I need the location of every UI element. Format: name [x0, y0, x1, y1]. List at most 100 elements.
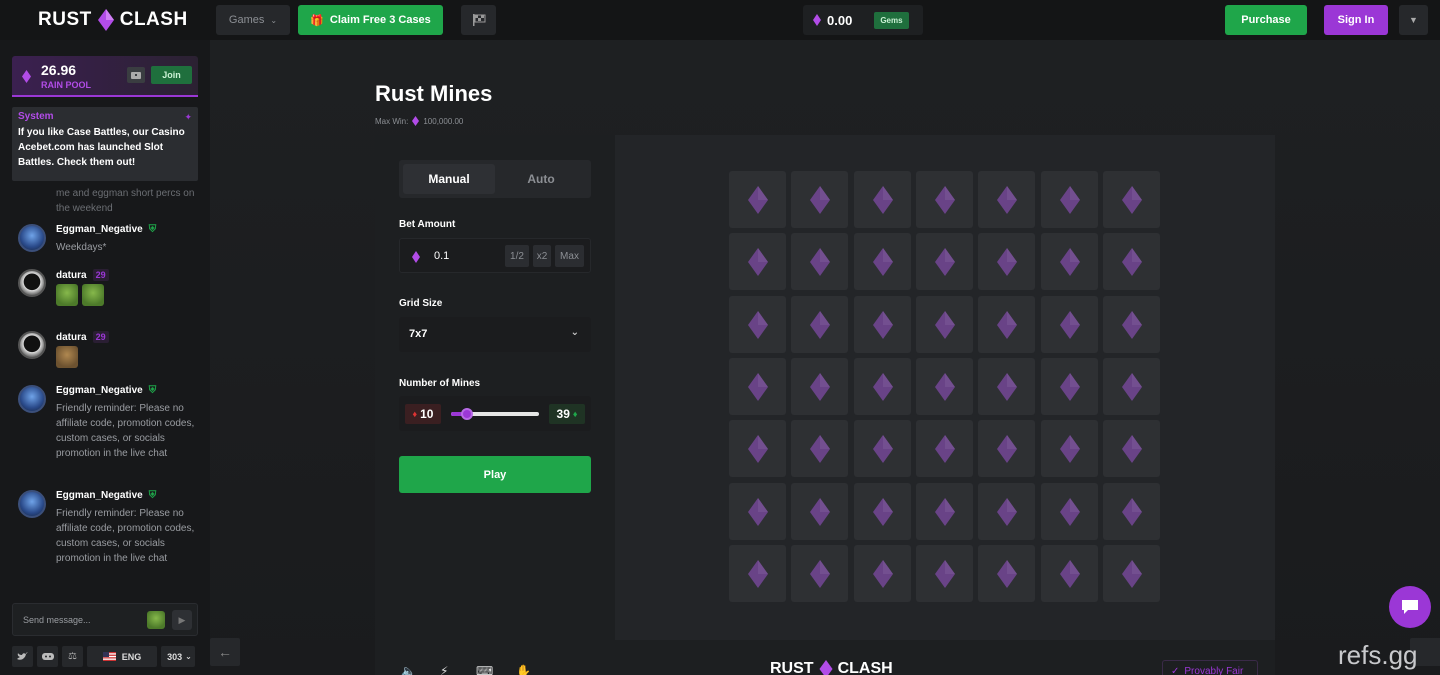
- sign-in-button[interactable]: Sign In: [1324, 5, 1388, 35]
- support-chat-button[interactable]: [1389, 586, 1431, 628]
- chat-username[interactable]: Eggman_Negative ⛨: [56, 385, 156, 396]
- mine-tile[interactable]: [1103, 545, 1160, 602]
- mine-tile[interactable]: [854, 545, 911, 602]
- language-selector[interactable]: ENG: [87, 646, 157, 667]
- mine-tile[interactable]: [854, 483, 911, 540]
- more-dropdown-button[interactable]: ▼: [1399, 5, 1428, 35]
- mine-tile[interactable]: [791, 171, 848, 228]
- mine-tile[interactable]: [978, 171, 1035, 228]
- mines-slider[interactable]: [451, 408, 539, 420]
- race-flag-button[interactable]: [461, 5, 496, 35]
- mine-tile[interactable]: [729, 420, 786, 477]
- mine-tile[interactable]: [729, 233, 786, 290]
- bet-double-button[interactable]: x2: [533, 245, 551, 267]
- mine-tile[interactable]: [1103, 420, 1160, 477]
- chat-username[interactable]: Eggman_Negative ⛨: [56, 490, 156, 501]
- mine-tile[interactable]: [1103, 358, 1160, 415]
- username-text: Eggman_Negative: [56, 385, 143, 396]
- gem-icon: [996, 497, 1017, 526]
- mine-tile[interactable]: [1041, 233, 1098, 290]
- mine-tile[interactable]: [916, 545, 973, 602]
- mine-tile[interactable]: [1041, 545, 1098, 602]
- mine-tile[interactable]: [854, 171, 911, 228]
- mine-tile[interactable]: [791, 296, 848, 353]
- mine-tile[interactable]: [916, 171, 973, 228]
- mine-tile[interactable]: [729, 483, 786, 540]
- mine-tile[interactable]: [791, 358, 848, 415]
- avatar[interactable]: [18, 224, 46, 252]
- mine-tile[interactable]: [729, 545, 786, 602]
- keyboard-icon[interactable]: ⌨: [476, 664, 493, 675]
- mine-tile[interactable]: [1103, 171, 1160, 228]
- mine-tile[interactable]: [978, 545, 1035, 602]
- mine-tile[interactable]: [1041, 358, 1098, 415]
- avatar[interactable]: [18, 269, 46, 297]
- mine-tile[interactable]: [1103, 296, 1160, 353]
- mine-tile[interactable]: [916, 483, 973, 540]
- slider-thumb[interactable]: [460, 408, 473, 420]
- mine-tile[interactable]: [854, 233, 911, 290]
- mine-tile[interactable]: [791, 483, 848, 540]
- collapse-sidebar-button[interactable]: ←: [210, 638, 240, 666]
- rules-button[interactable]: ⚖: [62, 646, 83, 667]
- play-button[interactable]: Play: [399, 456, 591, 493]
- bet-amount-value[interactable]: 0.1: [434, 250, 449, 262]
- chat-message-input[interactable]: [23, 612, 133, 628]
- avatar[interactable]: [18, 331, 46, 359]
- mine-tile[interactable]: [916, 233, 973, 290]
- mine-tile[interactable]: [916, 358, 973, 415]
- mine-tile[interactable]: [978, 420, 1035, 477]
- mine-tile[interactable]: [1103, 483, 1160, 540]
- bet-half-button[interactable]: 1/2: [505, 245, 529, 267]
- claim-free-cases-button[interactable]: 🎁 Claim Free 3 Cases: [298, 5, 443, 35]
- avatar[interactable]: [18, 490, 46, 518]
- mine-tile[interactable]: [978, 483, 1035, 540]
- send-button[interactable]: ▶: [172, 610, 192, 630]
- grid-size-select[interactable]: 7x7 ⌄: [399, 317, 591, 352]
- online-count[interactable]: 303 ⌄: [161, 646, 195, 667]
- mine-tile[interactable]: [978, 233, 1035, 290]
- bet-amount-field[interactable]: 0.1 1/2 x2 Max: [399, 238, 591, 273]
- mine-tile[interactable]: [854, 420, 911, 477]
- gem-icon: [747, 372, 768, 401]
- mine-tile[interactable]: [791, 545, 848, 602]
- mine-tile[interactable]: [791, 233, 848, 290]
- max-win-label: Max Win:: [375, 116, 409, 126]
- tab-auto[interactable]: Auto: [495, 164, 587, 194]
- avatar[interactable]: [18, 385, 46, 413]
- mine-tile[interactable]: [729, 358, 786, 415]
- tab-manual[interactable]: Manual: [403, 164, 495, 194]
- games-dropdown[interactable]: Games ⌄: [216, 5, 290, 35]
- chat-username[interactable]: datura 29: [56, 269, 109, 281]
- mine-tile[interactable]: [916, 420, 973, 477]
- chat-username[interactable]: Eggman_Negative ⛨: [56, 224, 156, 235]
- mine-tile[interactable]: [916, 296, 973, 353]
- mine-tile[interactable]: [1041, 171, 1098, 228]
- mine-tile[interactable]: [1041, 296, 1098, 353]
- mine-tile[interactable]: [1103, 233, 1160, 290]
- purchase-button[interactable]: Purchase: [1225, 5, 1307, 35]
- bet-max-button[interactable]: Max: [555, 245, 584, 267]
- mine-tile[interactable]: [978, 358, 1035, 415]
- mine-tile[interactable]: [854, 296, 911, 353]
- rain-join-button[interactable]: Join: [151, 66, 192, 84]
- sound-icon[interactable]: 🔈: [401, 664, 416, 675]
- mine-tile[interactable]: [978, 296, 1035, 353]
- hand-icon[interactable]: ✋: [516, 664, 531, 675]
- discord-button[interactable]: [37, 646, 58, 667]
- mine-tile[interactable]: [791, 420, 848, 477]
- lightning-icon[interactable]: ⚡: [440, 664, 448, 675]
- mine-tile[interactable]: [1041, 420, 1098, 477]
- rain-info-icon[interactable]: [127, 67, 145, 83]
- emote-picker-button[interactable]: [147, 611, 165, 629]
- mine-tile[interactable]: [1041, 483, 1098, 540]
- twitter-button[interactable]: [12, 646, 33, 667]
- mine-tile[interactable]: [729, 296, 786, 353]
- mine-tile[interactable]: [854, 358, 911, 415]
- provably-fair-button[interactable]: ✓ Provably Fair: [1162, 660, 1258, 675]
- mines-board: [729, 171, 1161, 603]
- logo[interactable]: RUST CLASH: [38, 8, 188, 32]
- mine-tile[interactable]: [729, 171, 786, 228]
- gem-icon: [747, 247, 768, 276]
- chat-username[interactable]: datura 29: [56, 331, 109, 343]
